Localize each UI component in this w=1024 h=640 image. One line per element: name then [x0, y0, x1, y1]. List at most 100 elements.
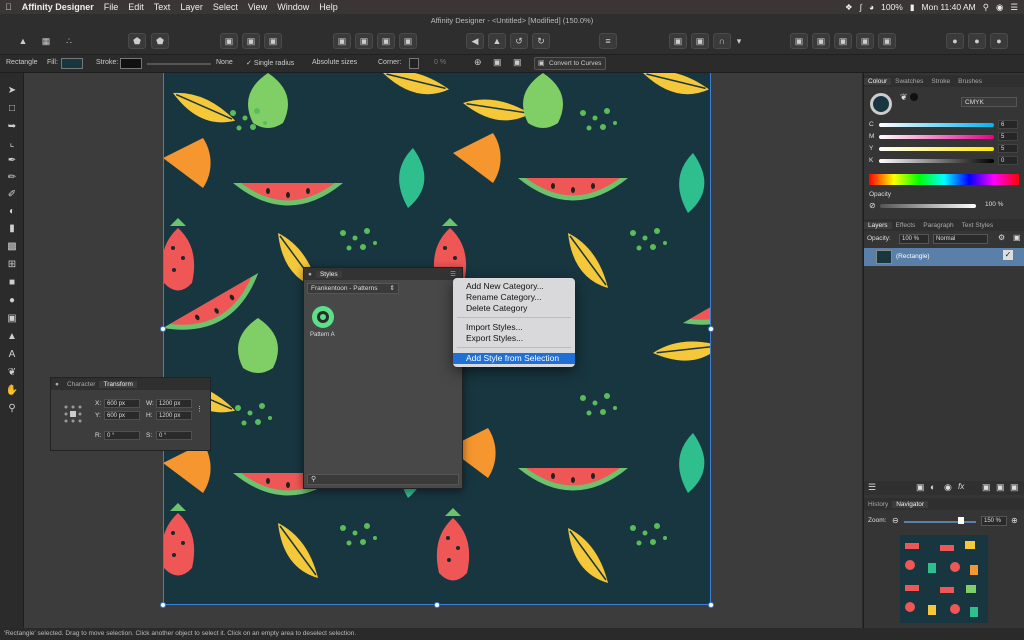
yellow-value[interactable]: 5 — [998, 144, 1018, 153]
arrange-front-icon[interactable]: ▣ — [399, 33, 417, 49]
menu-help[interactable]: Help — [314, 2, 343, 12]
cyan-slider[interactable] — [879, 123, 994, 127]
resize-handle-bottom-left[interactable] — [160, 602, 166, 608]
eyedropper-icon[interactable]: ❦ — [900, 92, 908, 103]
flip-horizontal-icon[interactable]: ◀ — [466, 33, 484, 49]
tab-navigator[interactable]: Navigator — [892, 500, 929, 508]
insert-top-icon[interactable]: ▣ — [856, 33, 874, 49]
rotate-left-icon[interactable]: ↺ — [510, 33, 528, 49]
style-item[interactable]: Pattern A — [310, 304, 340, 339]
stroke-width-slider[interactable] — [147, 63, 211, 65]
menu-edit[interactable]: Edit — [123, 2, 149, 12]
resize-handle-right[interactable] — [708, 326, 714, 332]
corner-tool-icon[interactable]: ⌞ — [5, 136, 19, 150]
lock-icon[interactable]: ▣ — [1013, 233, 1021, 242]
navigator-preview[interactable] — [900, 535, 988, 623]
insert-inside-icon[interactable]: ▣ — [790, 33, 808, 49]
move-tool-icon[interactable]: ➤ — [5, 83, 19, 97]
user-icon[interactable]: ◉ — [996, 2, 1003, 13]
opacity-slider[interactable] — [880, 204, 976, 208]
tab-brushes[interactable]: Brushes — [954, 78, 986, 85]
pen-tool-icon[interactable]: ✒ — [5, 153, 19, 167]
hand-tool-icon[interactable]: ✋ — [5, 383, 19, 397]
tab-character[interactable]: Character — [63, 381, 100, 388]
magenta-value[interactable]: 5 — [998, 132, 1018, 141]
snapping-dropdown-icon[interactable]: ▾ — [733, 33, 745, 49]
layer-opacity-field[interactable]: 100 % — [899, 234, 929, 244]
align-pivot-icon[interactable]: ▣ — [493, 57, 502, 68]
distribute-icon[interactable]: ▣ — [513, 57, 522, 68]
arrange-forward-icon[interactable]: ▣ — [377, 33, 395, 49]
tab-swatches[interactable]: Swatches — [891, 78, 927, 85]
magenta-slider[interactable] — [879, 135, 994, 139]
bluetooth-icon[interactable]: ∫ — [860, 2, 862, 12]
text-tool-icon[interactable]: A — [5, 347, 19, 361]
cyan-value[interactable]: 6 — [998, 120, 1018, 129]
arrange-backward-icon[interactable]: ▣ — [355, 33, 373, 49]
arrange-back-icon[interactable]: ▣ — [333, 33, 351, 49]
menu-item-rename-category[interactable]: Rename Category... — [453, 292, 575, 303]
triangle-tool-icon[interactable]: ▲ — [5, 329, 19, 343]
duplicate-icon[interactable]: ▣ — [996, 482, 1005, 493]
ellipse-tool-icon[interactable]: ● — [5, 293, 19, 307]
dropbox-icon[interactable]: ❖ — [845, 2, 853, 13]
mask-icon[interactable]: ▣ — [916, 482, 925, 493]
rotation-field[interactable]: 0 ° — [104, 431, 140, 440]
apple-icon[interactable]:  — [0, 2, 17, 12]
h-field[interactable]: 1200 px — [156, 411, 192, 420]
link-aspect-icon[interactable]: ⋮ — [196, 405, 203, 413]
rectangle-tool-icon[interactable]: ■ — [5, 275, 19, 289]
visibility-icon[interactable]: ◉ — [944, 482, 952, 493]
adjustment-icon[interactable]: ◐ — [930, 482, 935, 492]
fill-colour-well[interactable] — [870, 93, 892, 115]
corner-value[interactable]: 0 % — [434, 59, 446, 66]
insert-bottom-icon[interactable]: ▣ — [878, 33, 896, 49]
y-field[interactable]: 600 px — [104, 411, 140, 420]
menu-view[interactable]: View — [243, 2, 272, 12]
opacity-value[interactable]: 100 % — [985, 201, 1003, 208]
pixel-persona-icon[interactable]: ▦ — [37, 33, 55, 49]
assistant-icon[interactable]: ● — [946, 33, 964, 49]
tab-effects[interactable]: Effects — [892, 222, 920, 229]
rounded-rect-tool-icon[interactable]: ▣ — [5, 311, 19, 325]
transparency-tool-icon[interactable]: ▮ — [5, 221, 19, 235]
snap-icon[interactable]: ▣ — [242, 33, 260, 49]
menu-select[interactable]: Select — [208, 2, 243, 12]
menu-item-add-new-category[interactable]: Add New Category... — [453, 281, 575, 292]
tab-transform[interactable]: Transform — [99, 380, 137, 388]
snapping-magnet-icon[interactable]: ∩ — [713, 33, 731, 49]
search-icon[interactable]: ⚲ — [983, 2, 989, 13]
crop-tool-icon[interactable]: ⊞ — [5, 257, 19, 271]
fill-tool-icon[interactable]: ◐ — [5, 204, 19, 218]
resize-handle-bottom-right[interactable] — [708, 602, 714, 608]
battery-level[interactable]: 100% — [881, 2, 903, 12]
anchor-selector[interactable] — [63, 404, 83, 424]
layer-visibility-checkbox[interactable]: ✓ — [1003, 250, 1013, 260]
zoom-value[interactable]: 150 % — [981, 516, 1007, 526]
fx-icon[interactable]: fx — [958, 482, 964, 491]
zoom-tool-icon[interactable]: ⚲ — [5, 401, 19, 415]
menu-item-delete-category[interactable]: Delete Category — [453, 303, 575, 314]
battery-icon[interactable]: ▮ — [910, 2, 915, 13]
yellow-slider[interactable] — [879, 147, 994, 151]
stroke-swatch[interactable] — [120, 58, 142, 69]
rotate-right-icon[interactable]: ↻ — [532, 33, 550, 49]
shape-icon[interactable]: ⬟ — [151, 33, 169, 49]
styles-search-input[interactable]: ⚲ — [307, 474, 459, 485]
snap-bounds-icon[interactable]: ▣ — [220, 33, 238, 49]
pencil-tool-icon[interactable]: ✏ — [5, 170, 19, 184]
close-icon[interactable]: ● — [304, 271, 316, 278]
tab-history[interactable]: History — [864, 501, 892, 508]
no-colour-icon[interactable]: ⊘ — [869, 201, 876, 210]
single-radius-checkbox[interactable]: ✓ Single radius — [246, 59, 294, 67]
geometry-subtract-icon[interactable]: ▣ — [691, 33, 709, 49]
wifi-icon[interactable]: ◕ — [869, 2, 874, 12]
w-field[interactable]: 1200 px — [156, 399, 192, 408]
eyedropper-tool-icon[interactable]: ❦ — [5, 365, 19, 379]
artboard-tool-icon[interactable]: □ — [5, 101, 19, 115]
menu-window[interactable]: Window — [272, 2, 314, 12]
place-image-icon[interactable]: ▩ — [5, 239, 19, 253]
category-dropdown[interactable]: Frankentoon - Patterns ⇕ — [307, 283, 399, 294]
colour-spectrum[interactable] — [869, 174, 1019, 185]
tab-colour[interactable]: Colour — [864, 77, 892, 85]
